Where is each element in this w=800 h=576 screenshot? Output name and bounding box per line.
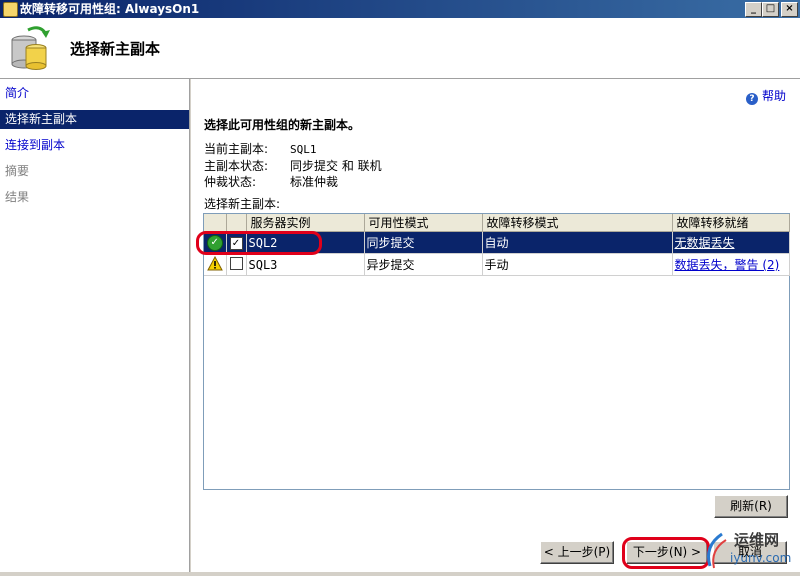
- info-label: 主副本状态:: [204, 159, 269, 173]
- replica-table: 服务器实例 可用性模式 故障转移模式 故障转移就绪 ✓ ✓ SQL2 同步提交 …: [204, 214, 790, 276]
- close-button[interactable]: ×: [781, 2, 798, 17]
- col-header-readiness[interactable]: 故障转移就绪: [672, 214, 790, 232]
- section-title: 选择此可用性组的新主副本。: [204, 118, 361, 132]
- info-label: 仲裁状态:: [204, 175, 257, 189]
- sidebar-item-connect-replicas[interactable]: 连接到副本: [0, 136, 189, 155]
- col-header-availability[interactable]: 可用性模式: [364, 214, 483, 232]
- back-button[interactable]: < 上一步(P): [540, 541, 614, 564]
- maximize-button[interactable]: □: [762, 2, 779, 17]
- help-link[interactable]: ? 帮助: [745, 87, 786, 105]
- ok-icon: ✓: [206, 235, 223, 251]
- readiness-link[interactable]: 无数据丢失: [675, 236, 735, 250]
- sidebar-item-select-primary[interactable]: 选择新主副本: [0, 110, 189, 129]
- row-check-cell[interactable]: ✓: [226, 231, 247, 254]
- row-availability: 同步提交: [364, 231, 483, 254]
- col-header-check: [226, 214, 247, 232]
- replica-checkbox[interactable]: ✓: [229, 237, 243, 250]
- row-server: SQL3: [246, 253, 365, 276]
- info-value: 同步提交 和 联机: [290, 159, 382, 173]
- page-title: 选择新主副本: [70, 40, 161, 58]
- wizard-sidebar: 简介 选择新主副本 连接到副本 摘要 结果: [0, 79, 190, 572]
- info-label: 当前主副本:: [204, 142, 269, 156]
- info-quorum-state: 仲裁状态: 标准仲裁: [204, 173, 338, 190]
- select-replica-label: 选择新主副本:: [204, 197, 281, 211]
- window-title: 故障转移可用性组: AlwaysOn1: [20, 2, 200, 16]
- replica-grid[interactable]: 服务器实例 可用性模式 故障转移模式 故障转移就绪 ✓ ✓ SQL2 同步提交 …: [203, 213, 790, 490]
- info-current-primary: 当前主副本: SQL1: [204, 140, 317, 157]
- row-failover: 自动: [482, 231, 673, 254]
- row-failover: 手动: [482, 253, 673, 276]
- row-check-cell[interactable]: [226, 253, 247, 276]
- info-value: SQL1: [290, 143, 317, 156]
- readiness-link[interactable]: 数据丢失，警告 (2): [675, 258, 780, 272]
- table-row[interactable]: ✓ ✓ SQL2 同步提交 自动 无数据丢失: [204, 231, 790, 254]
- col-header-server[interactable]: 服务器实例: [246, 214, 365, 232]
- refresh-button[interactable]: 刷新(R): [714, 495, 788, 518]
- minimize-button[interactable]: _: [745, 2, 762, 17]
- info-value: 标准仲裁: [290, 175, 339, 189]
- watermark-url: iyunv.com: [730, 551, 792, 565]
- row-status-cell: ✓: [204, 231, 227, 254]
- info-primary-state: 主副本状态: 同步提交 和 联机: [204, 157, 382, 174]
- row-status-cell: [204, 253, 227, 276]
- row-readiness-cell: 无数据丢失: [672, 231, 790, 254]
- row-server: SQL2: [246, 231, 365, 254]
- title-bar: 故障转移可用性组: AlwaysOn1 _ □ ×: [0, 0, 800, 18]
- row-availability: 异步提交: [364, 253, 483, 276]
- table-header-row: 服务器实例 可用性模式 故障转移模式 故障转移就绪: [204, 214, 790, 232]
- app-icon: [3, 2, 18, 17]
- col-header-status: [204, 214, 227, 232]
- col-header-failover-mode[interactable]: 故障转移模式: [482, 214, 673, 232]
- sidebar-item-intro[interactable]: 简介: [0, 84, 189, 103]
- sidebar-item-summary: 摘要: [5, 164, 30, 178]
- sidebar-item-results: 结果: [5, 190, 30, 204]
- next-button[interactable]: 下一步(N) >: [626, 541, 708, 564]
- database-icon: [11, 26, 50, 70]
- watermark-text: 运维网: [734, 531, 780, 549]
- wizard-header: 选择新主副本: [0, 18, 800, 79]
- help-icon: ?: [745, 93, 758, 105]
- help-label: 帮助: [761, 89, 786, 103]
- wizard-main: ? 帮助 选择此可用性组的新主副本。 当前主副本: SQL1 主副本状态: 同步提交 …: [191, 79, 800, 572]
- row-readiness-cell: 数据丢失，警告 (2): [672, 253, 790, 276]
- replica-checkbox[interactable]: [229, 256, 243, 270]
- table-row[interactable]: SQL3 异步提交 手动 数据丢失，警告 (2): [204, 253, 790, 276]
- warning-icon: [206, 255, 223, 270]
